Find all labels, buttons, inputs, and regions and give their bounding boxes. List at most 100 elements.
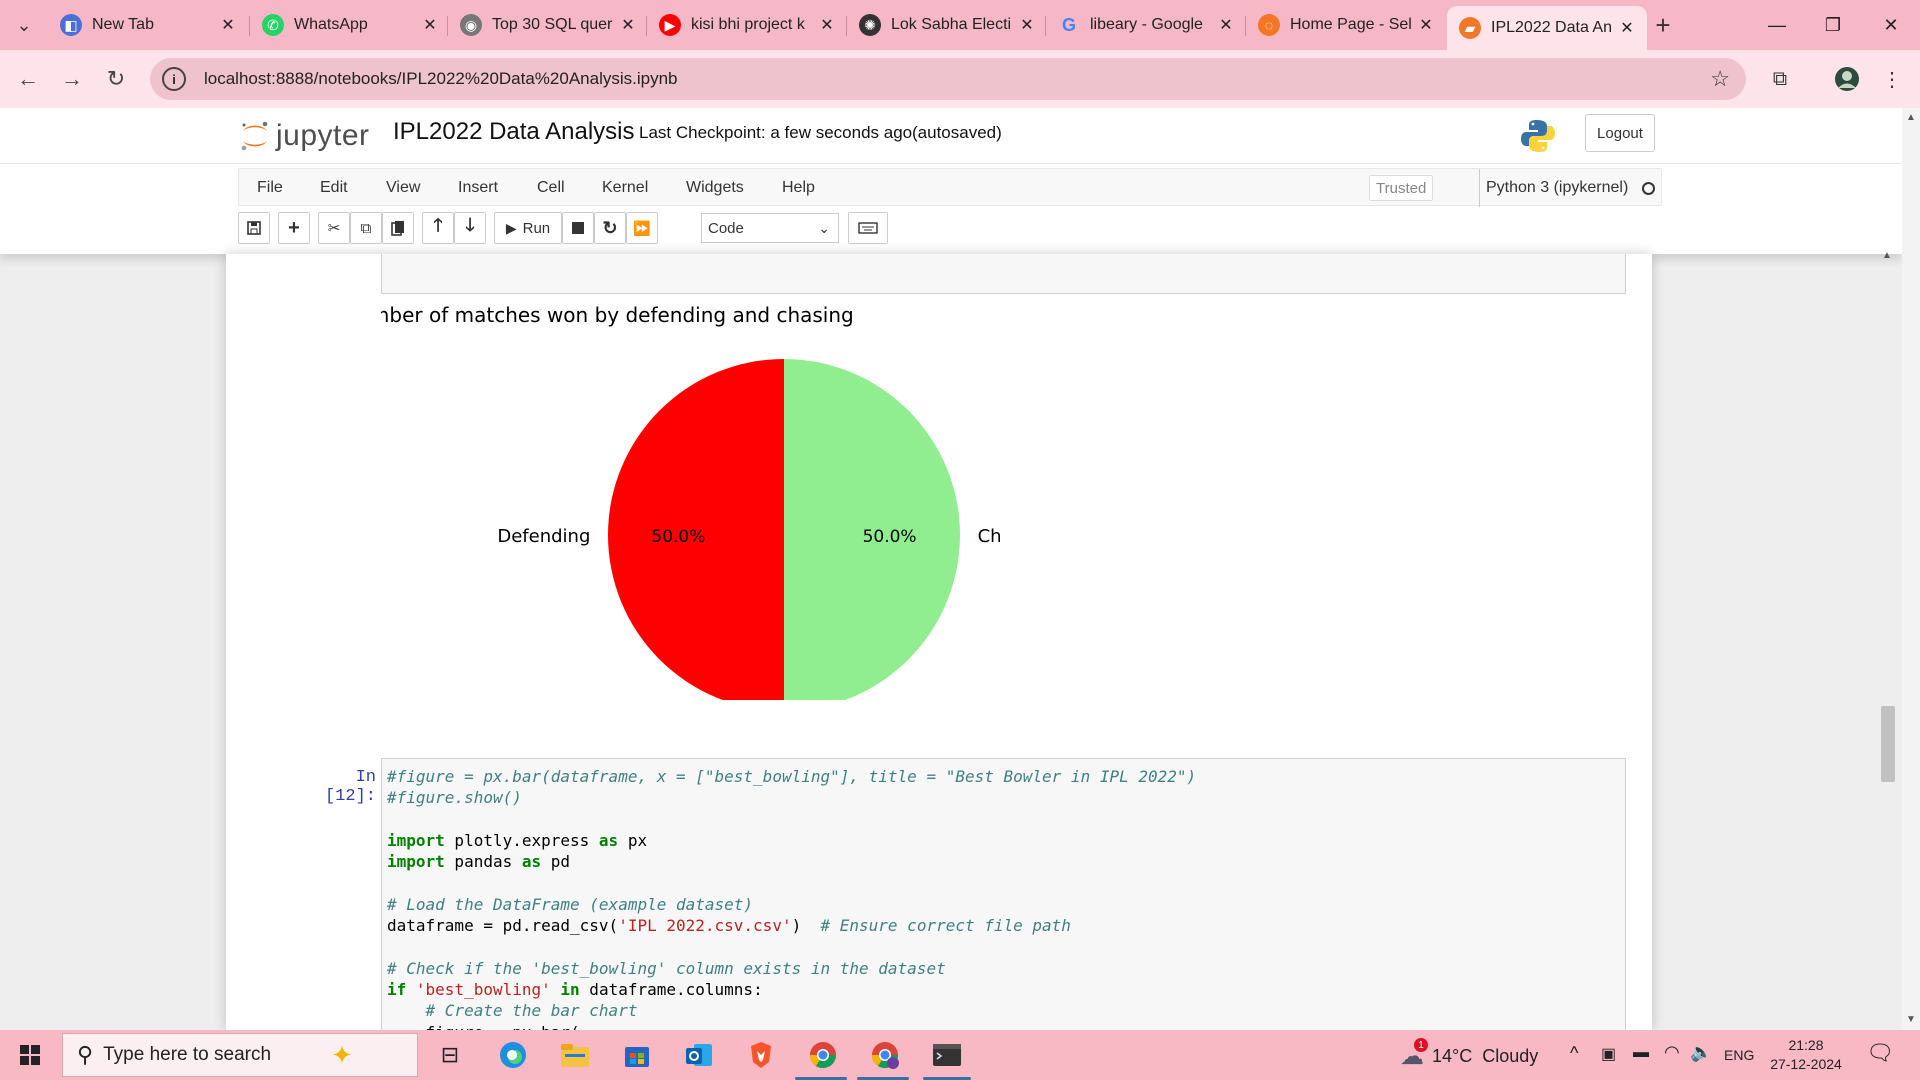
- weather-widget[interactable]: ☁ 1 14°C Cloudy: [1400, 1038, 1539, 1071]
- close-tab-icon[interactable]: ✕: [420, 15, 440, 35]
- browser-tab[interactable]: ▰ IPL2022 Data An ✕: [1447, 6, 1647, 50]
- windows-start-icon[interactable]: [0, 1030, 60, 1080]
- menu-cell[interactable]: Cell: [537, 169, 565, 207]
- scroll-down-icon[interactable]: ▼: [1906, 1014, 1916, 1025]
- notifications-icon[interactable]: 🗨: [1866, 1040, 1894, 1066]
- system-clock[interactable]: 21:28 27-12-2024: [1766, 1036, 1846, 1074]
- move-down-icon[interactable]: 🡓: [454, 212, 486, 244]
- chart-title: Number of matches won by defending and c…: [381, 303, 854, 327]
- scrollbar-thumb[interactable]: [1881, 706, 1895, 782]
- browser-tab[interactable]: ✆ WhatsApp ✕: [250, 8, 450, 42]
- save-icon[interactable]: [238, 212, 270, 244]
- close-tab-icon[interactable]: ✕: [1017, 15, 1037, 35]
- jupyter-logo[interactable]: jupyter: [238, 114, 370, 158]
- browser-tab[interactable]: ◌ Home Page - Sel ✕: [1246, 8, 1446, 42]
- logout-button[interactable]: Logout: [1585, 114, 1655, 152]
- site-info-icon[interactable]: i: [162, 67, 186, 91]
- menu-insert[interactable]: Insert: [458, 169, 498, 207]
- insert-cell-icon[interactable]: +: [278, 212, 310, 244]
- tab-search-dropdown-icon[interactable]: ⌄: [8, 9, 40, 41]
- code-cell-input[interactable]: #figure = px.bar(dataframe, x = ["best_b…: [381, 758, 1626, 1030]
- command-palette-icon[interactable]: [848, 212, 888, 244]
- chrome-icon[interactable]: [803, 1035, 843, 1075]
- trusted-indicator[interactable]: Trusted: [1369, 175, 1434, 201]
- python-logo-icon: [1521, 120, 1555, 152]
- terminal-icon[interactable]: [927, 1035, 967, 1075]
- close-tab-icon[interactable]: ✕: [1216, 15, 1236, 35]
- code-token: # Create the bar chart: [425, 1001, 638, 1021]
- cell-type-select[interactable]: Code ⌄: [701, 213, 839, 243]
- menu-widgets[interactable]: Widgets: [686, 169, 744, 207]
- wifi-icon[interactable]: ◠: [1664, 1042, 1680, 1063]
- menu-edit[interactable]: Edit: [320, 169, 348, 207]
- brave-icon[interactable]: [741, 1035, 781, 1075]
- cloud-icon: ☁ 1: [1400, 1038, 1428, 1071]
- close-tab-icon[interactable]: ✕: [817, 15, 837, 35]
- menu-file[interactable]: File: [257, 169, 283, 207]
- weather-text: 14°C Cloudy: [1432, 1046, 1539, 1066]
- cut-icon[interactable]: ✂: [318, 212, 350, 244]
- meet-now-icon[interactable]: ▣: [1601, 1044, 1616, 1064]
- kernel-name[interactable]: Python 3 (ipykernel): [1479, 169, 1628, 207]
- browser-tab[interactable]: ◧ New Tab ✕: [48, 8, 248, 42]
- address-bar[interactable]: i localhost:8888/notebooks/IPL2022%20Dat…: [150, 58, 1746, 100]
- run-button[interactable]: ▶ Run: [494, 212, 562, 244]
- chrome-profile-icon[interactable]: [865, 1035, 905, 1075]
- paste-icon[interactable]: [382, 212, 414, 244]
- browser-tab[interactable]: ◉ Top 30 SQL quer ✕: [448, 8, 648, 42]
- close-tab-icon[interactable]: ✕: [618, 15, 638, 35]
- browser-tab[interactable]: ✺ Lok Sabha Electi ✕: [847, 8, 1047, 42]
- menu-help[interactable]: Help: [782, 169, 815, 207]
- youtube-icon: ▶: [659, 14, 681, 36]
- interrupt-icon[interactable]: [562, 212, 594, 244]
- restart-run-all-icon[interactable]: ⏩: [626, 212, 658, 244]
- volume-icon[interactable]: 🔈: [1690, 1042, 1712, 1063]
- store-icon[interactable]: [617, 1035, 657, 1075]
- inner-scroll-up-icon[interactable]: ▲: [1882, 250, 1892, 261]
- cell-type-value: Code: [708, 219, 744, 237]
- browser-menu-icon[interactable]: ⋮: [1876, 63, 1908, 95]
- restart-icon[interactable]: ↻: [594, 212, 626, 244]
- notebook-name[interactable]: IPL2022 Data Analysis: [393, 118, 635, 146]
- new-tab-button[interactable]: +: [1647, 9, 1679, 41]
- browser-tab[interactable]: ▶ kisi bhi project k ✕: [647, 8, 847, 42]
- menu-kernel[interactable]: Kernel: [602, 169, 648, 207]
- move-up-icon[interactable]: 🡑: [422, 212, 454, 244]
- task-view-icon[interactable]: ⊟: [430, 1035, 470, 1075]
- close-tab-icon[interactable]: ✕: [218, 15, 238, 35]
- bookmark-star-icon[interactable]: ☆: [1710, 66, 1730, 92]
- menu-view[interactable]: View: [386, 169, 420, 207]
- close-window-icon[interactable]: ✕: [1866, 10, 1916, 40]
- page-viewport: jupyter IPL2022 Data Analysis Last Check…: [0, 108, 1902, 1030]
- reload-icon[interactable]: ↻: [100, 63, 132, 95]
- minimize-button[interactable]: —: [1752, 10, 1802, 40]
- scroll-up-icon[interactable]: ▲: [1906, 112, 1916, 123]
- taskbar-search[interactable]: ⚲ Type here to search ✦: [62, 1033, 418, 1077]
- copy-icon[interactable]: ⧉: [350, 212, 382, 244]
- page-scrollbar[interactable]: ▲ ▼: [1902, 108, 1920, 1030]
- profile-avatar[interactable]: [1831, 63, 1863, 95]
- close-tab-icon[interactable]: ✕: [1617, 18, 1637, 38]
- forward-icon[interactable]: →: [56, 63, 88, 95]
- edge-icon[interactable]: [493, 1035, 533, 1075]
- browser-tab[interactable]: Glibeary - Google ✕: [1046, 8, 1246, 42]
- back-icon[interactable]: ←: [12, 63, 44, 95]
- battery-icon[interactable]: ▬: [1633, 1044, 1649, 1062]
- globe-icon: ◉: [460, 14, 482, 36]
- close-tab-icon[interactable]: ✕: [1416, 15, 1436, 35]
- previous-cell-input[interactable]: [381, 254, 1626, 294]
- show-hidden-icons[interactable]: ^: [1570, 1043, 1578, 1064]
- code-token: import: [387, 830, 445, 850]
- extensions-icon[interactable]: ⧉: [1764, 63, 1796, 95]
- pie-percent-defending: 50.0%: [651, 527, 705, 547]
- file-explorer-icon[interactable]: [555, 1035, 595, 1075]
- url-text[interactable]: localhost:8888/notebooks/IPL2022%20Data%…: [204, 69, 678, 89]
- restore-icon[interactable]: ❐: [1808, 10, 1858, 40]
- language-indicator[interactable]: ENG: [1724, 1047, 1754, 1063]
- outlook-icon[interactable]: [679, 1035, 719, 1075]
